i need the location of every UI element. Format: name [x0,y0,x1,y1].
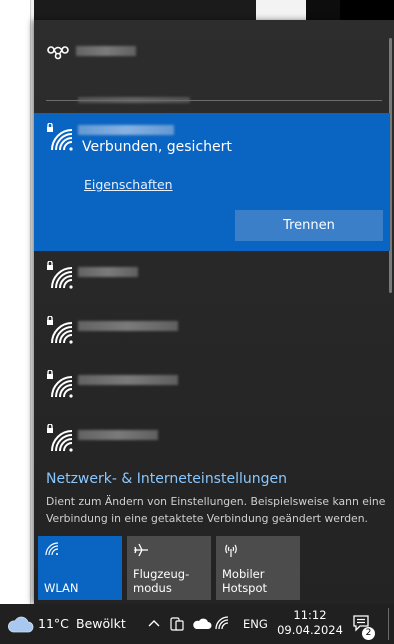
wifi-secured-icon [47,316,73,344]
airplane-icon [134,543,148,557]
active-network-item[interactable]: Verbunden, gesichert Eigenschaften Trenn… [34,113,390,251]
wifi-secured-icon [47,424,73,452]
clock[interactable]: 11:12 09.04.2024 [277,608,343,638]
mobile-hotspot-tile[interactable]: Mobiler Hotspot [216,536,300,600]
network-wifi-tray-icon[interactable] [215,616,229,630]
hotspot-tile-label: Mobiler Hotspot [222,567,268,595]
wifi-icon [45,542,59,556]
disconnect-button[interactable]: Trennen [235,210,383,241]
cloud-weather-icon[interactable] [6,616,34,634]
airplane-mode-tile[interactable]: Flugzeug- modus [127,536,211,600]
wlan-tile-label: WLAN [44,581,79,595]
background-window-top-black [340,0,394,20]
wlan-toggle-tile[interactable]: WLAN [38,536,122,600]
properties-link[interactable]: Eigenschaften [84,177,173,192]
input-language-indicator[interactable]: ENG [243,617,268,631]
weather-temperature[interactable]: 11°C [38,616,69,631]
weather-condition[interactable]: Bewölkt [76,616,126,631]
network-name-redacted [78,375,178,385]
network-name-redacted [78,267,138,277]
vpn-name-redacted [76,46,136,56]
network-settings-link[interactable]: Netzwerk- & Interneteinstellungen [46,471,287,487]
network-list-item[interactable] [34,360,390,410]
network-settings-description: Dient zum Ändern von Einstellungen. Beis… [46,495,386,525]
network-list-item[interactable] [34,306,390,356]
network-list-item[interactable] [34,251,390,301]
network-name-redacted [78,321,178,331]
notification-count-badge: 2 [362,627,375,640]
vpn-icon [47,46,69,60]
network-name-redacted [78,430,158,440]
taskbar: 11°C Bewölkt ENG 11:12 09.04.2024 2 [0,604,394,644]
network-flyout: Verbunden, gesichert Eigenschaften Trenn… [34,20,394,604]
show-hidden-icons-chevron-icon[interactable] [148,618,160,628]
onedrive-cloud-icon[interactable] [192,618,212,630]
connection-status: Verbunden, gesichert [82,139,232,155]
background-window-pane [0,0,31,604]
active-network-name-redacted [78,125,174,135]
background-window-top [256,0,306,20]
clock-time: 11:12 [293,608,327,622]
hotspot-icon [225,544,237,557]
wifi-secured-icon [47,261,73,289]
flyout-divider [46,100,382,101]
show-desktop-divider[interactable] [388,608,389,640]
wifi-secured-icon [47,123,73,151]
phone-link-icon[interactable] [170,616,184,632]
network-list-item[interactable] [34,414,390,464]
clock-date: 09.04.2024 [277,623,343,637]
vpn-connection-item[interactable] [34,20,390,80]
wifi-secured-icon [47,370,73,398]
airplane-tile-label: Flugzeug- modus [133,567,190,595]
